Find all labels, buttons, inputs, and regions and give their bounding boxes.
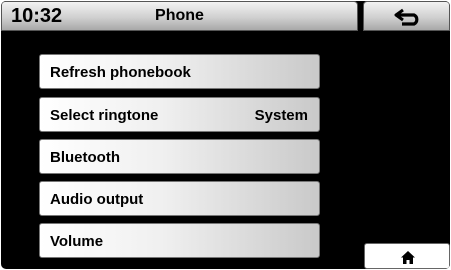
select-ringtone-button[interactable]: Select ringtone System bbox=[39, 97, 320, 132]
menu-item-label: Refresh phonebook bbox=[50, 64, 191, 81]
home-button[interactable] bbox=[364, 243, 450, 269]
status-bar: 10:32 Phone bbox=[1, 1, 358, 31]
refresh-phonebook-button[interactable]: Refresh phonebook bbox=[39, 54, 320, 89]
phone-screen: 10:32 Phone Refresh phonebook Select rin… bbox=[1, 1, 450, 269]
page-title: Phone bbox=[155, 7, 204, 24]
ringtone-value: System bbox=[254, 107, 308, 124]
menu-item-label: Select ringtone bbox=[50, 107, 159, 124]
menu-item-label: Volume bbox=[50, 233, 104, 250]
back-arrow-icon bbox=[394, 8, 419, 26]
audio-output-button[interactable]: Audio output bbox=[39, 181, 320, 216]
menu-item-label: Bluetooth bbox=[50, 149, 120, 166]
menu-item-label: Audio output bbox=[50, 191, 144, 208]
back-button[interactable] bbox=[363, 1, 450, 31]
bluetooth-button[interactable]: Bluetooth bbox=[39, 139, 320, 174]
home-icon bbox=[401, 251, 415, 264]
volume-button[interactable]: Volume bbox=[39, 223, 320, 258]
